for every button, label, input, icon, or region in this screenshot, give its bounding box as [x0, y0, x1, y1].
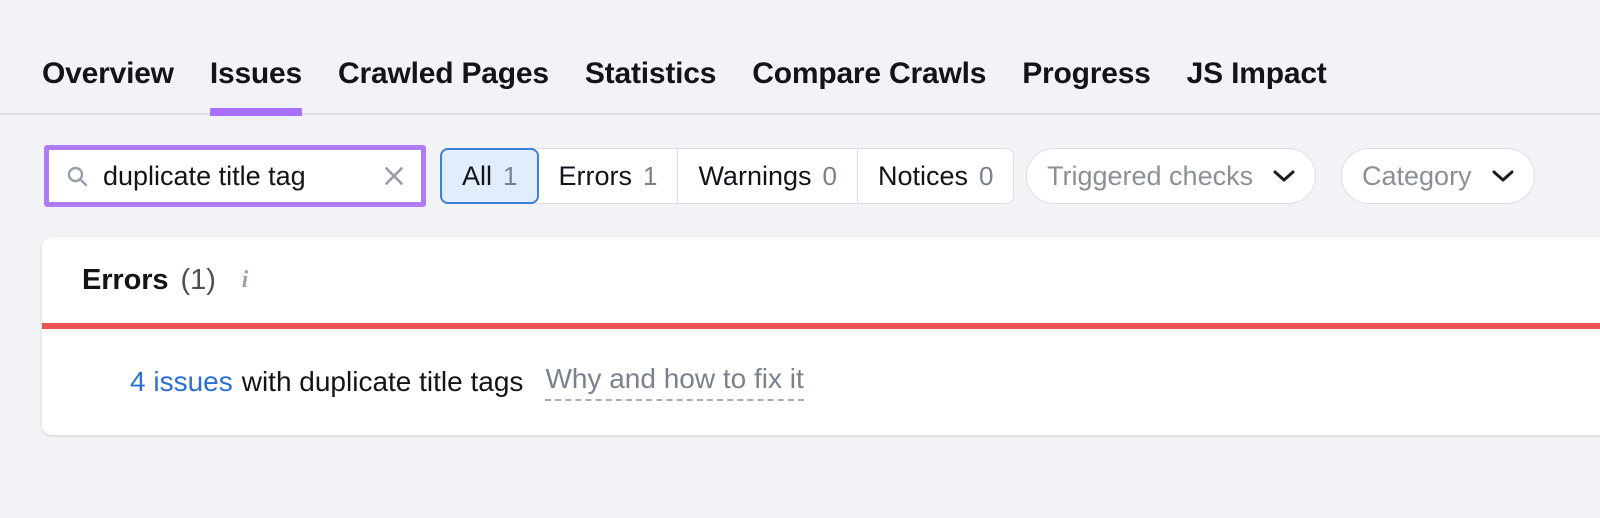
- tab-compare-crawls-label: Compare Crawls: [752, 57, 987, 90]
- tab-crawled-pages-label: Crawled Pages: [338, 57, 549, 90]
- filter-all-count: 1: [503, 161, 518, 191]
- filter-all-label: All: [462, 161, 493, 191]
- tab-js-impact-label: JS Impact: [1186, 57, 1327, 90]
- close-icon[interactable]: [381, 163, 407, 189]
- issue-description: with duplicate title tags: [241, 366, 524, 397]
- search-input[interactable]: duplicate title tag: [103, 161, 381, 191]
- errors-card-header: Errors (1) i: [42, 237, 1600, 323]
- filter-warnings[interactable]: Warnings 0: [678, 149, 858, 203]
- search-field-highlight: duplicate title tag: [44, 145, 426, 207]
- why-and-how-to-fix-it-link[interactable]: Why and how to fix it: [545, 363, 804, 401]
- issue-count-link[interactable]: 4 issues: [130, 366, 233, 398]
- tab-overview-label: Overview: [42, 57, 174, 90]
- tab-progress-label: Progress: [1022, 57, 1151, 90]
- tab-issues-label: Issues: [209, 57, 303, 90]
- filter-errors-label: Errors: [558, 161, 632, 191]
- filter-errors-count: 1: [642, 161, 658, 191]
- search-icon: [65, 164, 89, 188]
- tab-progress[interactable]: Progress: [1004, 57, 1168, 113]
- info-icon[interactable]: i: [234, 267, 256, 293]
- filter-toolbar: duplicate title tag All 1 Errors 1 Warni…: [0, 140, 1600, 212]
- main-tab-bar: Overview Issues Crawled Pages Statistics…: [0, 0, 1600, 116]
- search-field[interactable]: duplicate title tag: [49, 150, 421, 202]
- tab-overview[interactable]: Overview: [42, 57, 192, 113]
- chevron-down-icon: [1273, 169, 1295, 183]
- tab-crawled-pages[interactable]: Crawled Pages: [320, 57, 567, 113]
- filter-warnings-count: 0: [822, 161, 837, 191]
- filter-notices[interactable]: Notices 0: [858, 149, 1014, 203]
- table-row: 4 issues with duplicate title tags Why a…: [42, 329, 1600, 435]
- tab-statistics-label: Statistics: [584, 57, 717, 90]
- severity-filter-group: All 1 Errors 1 Warnings 0 Notices 0: [440, 148, 1015, 204]
- filter-errors[interactable]: Errors 1: [538, 149, 679, 203]
- errors-card-count: (1): [180, 264, 216, 296]
- chevron-down-icon: [1492, 169, 1514, 183]
- errors-card: Errors (1) i 4 issues with duplicate tit…: [42, 237, 1600, 435]
- category-label: Category: [1362, 161, 1472, 191]
- tab-issues[interactable]: Issues: [192, 57, 320, 116]
- issues-page: Overview Issues Crawled Pages Statistics…: [0, 0, 1600, 518]
- triggered-checks-dropdown[interactable]: Triggered checks: [1026, 148, 1317, 204]
- tab-js-impact[interactable]: JS Impact: [1169, 57, 1345, 113]
- filter-warnings-label: Warnings: [698, 161, 812, 191]
- tab-statistics[interactable]: Statistics: [567, 57, 734, 113]
- filter-notices-label: Notices: [877, 161, 968, 191]
- triggered-checks-label: Triggered checks: [1047, 161, 1254, 191]
- filter-notices-count: 0: [979, 161, 994, 191]
- errors-card-title: Errors: [82, 264, 169, 296]
- tab-compare-crawls[interactable]: Compare Crawls: [734, 57, 1004, 113]
- tab-list: Overview Issues Crawled Pages Statistics…: [42, 57, 1345, 116]
- filter-all[interactable]: All 1: [440, 148, 540, 204]
- category-dropdown[interactable]: Category: [1341, 148, 1535, 204]
